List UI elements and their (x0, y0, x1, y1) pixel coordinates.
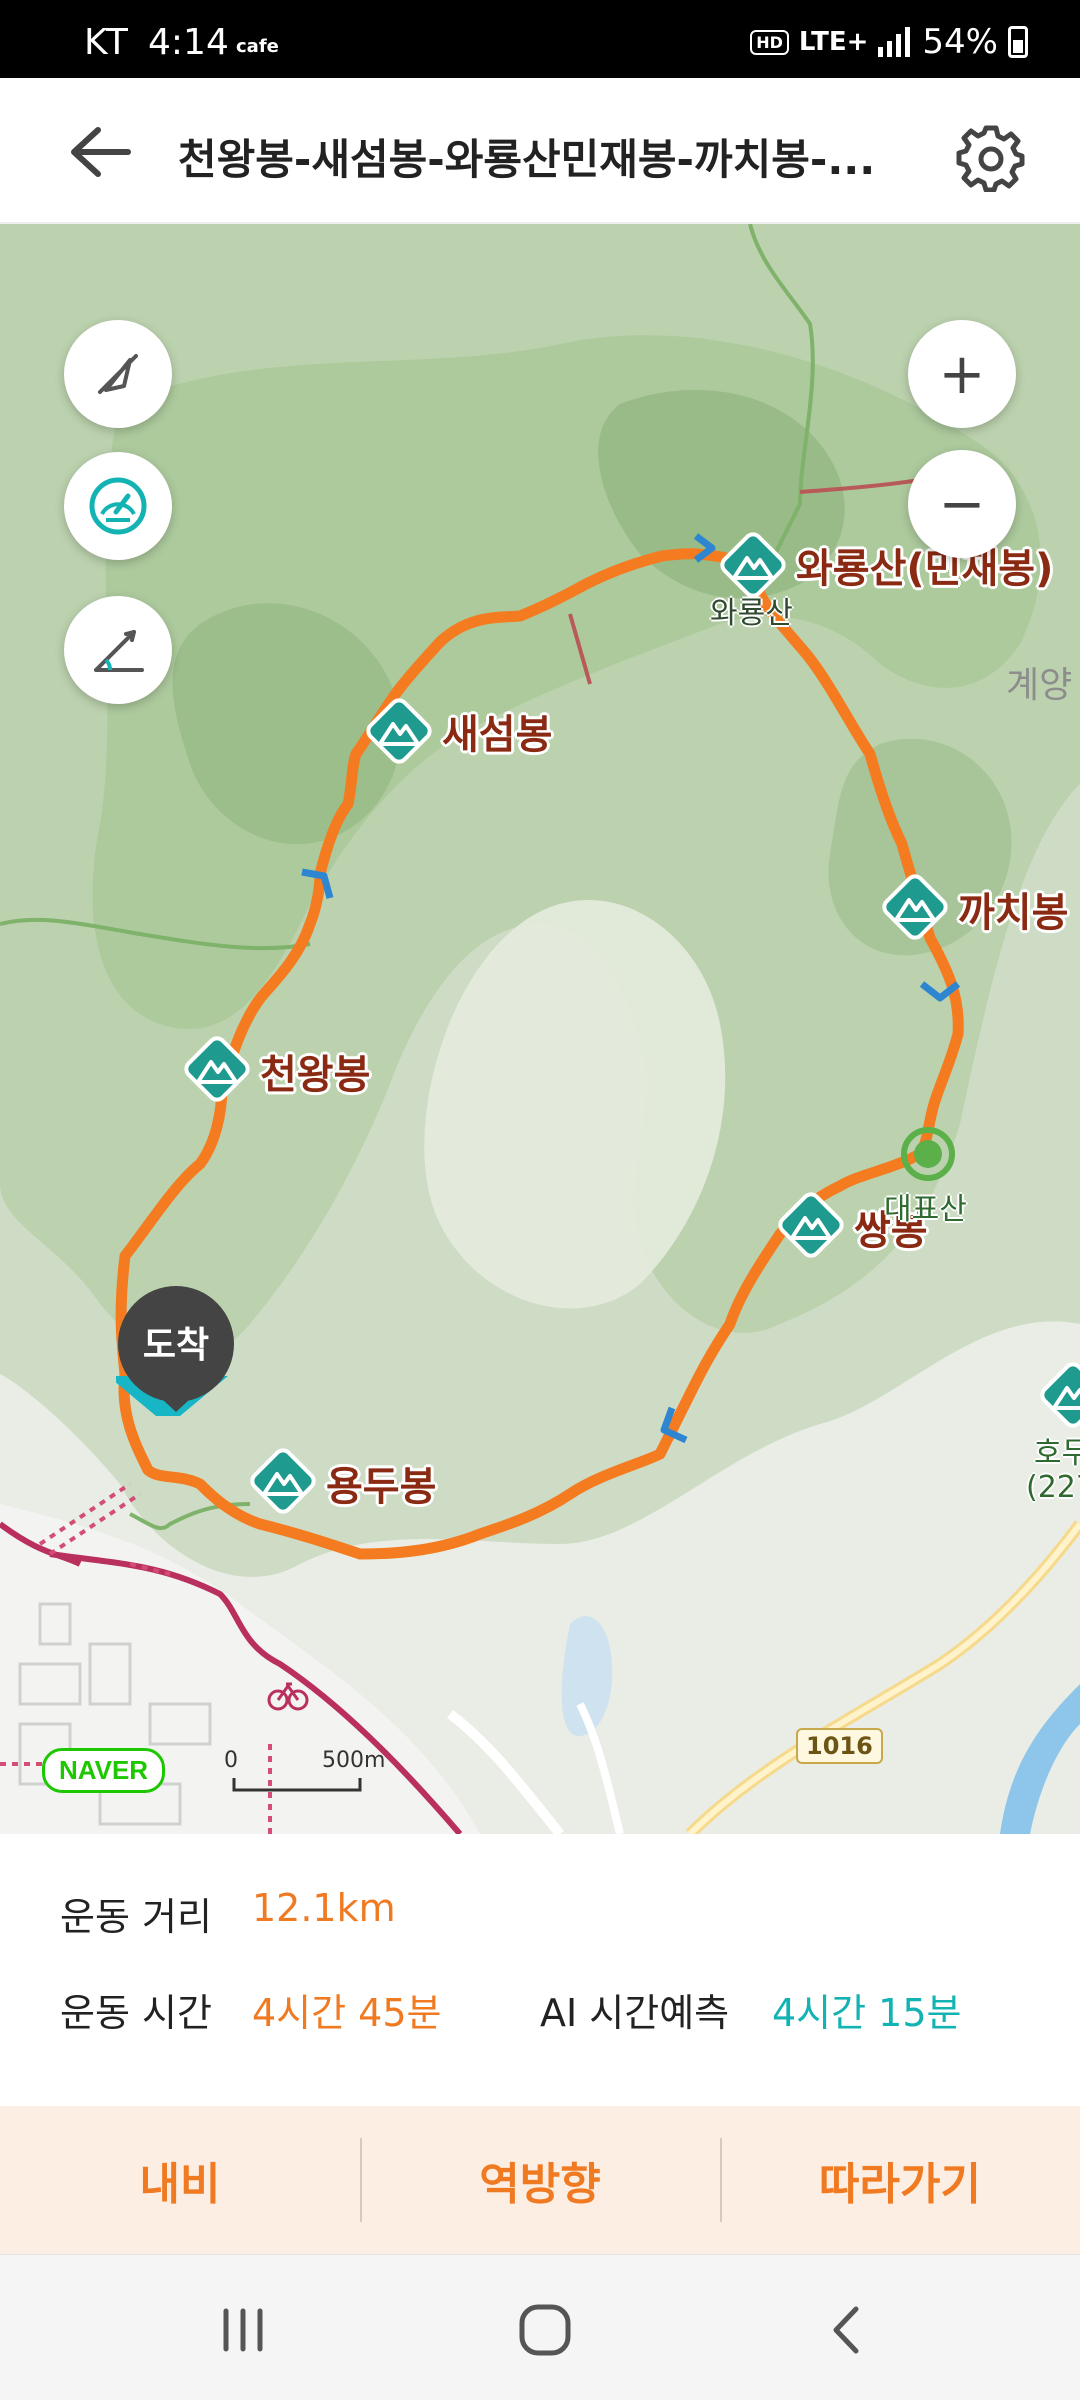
peak-label-waryongsan: 와룡산(민재봉) (796, 546, 1054, 592)
clock: 4:14 (148, 22, 229, 63)
status-bar: KT 4:14 cafe HD LTE+ 54% (0, 0, 1080, 78)
carrier-text: KT (84, 22, 129, 63)
app-indicator: cafe (236, 36, 279, 57)
ai-estimate-value: 4시간 15분 (772, 1991, 962, 2035)
route-title: 천왕봉-새섬봉-와룡산민재봉-까치봉-... (178, 135, 876, 184)
map-canvas (0, 224, 1080, 1834)
follow-route-button[interactable]: 따라가기 (720, 2106, 1080, 2254)
naver-logo: NAVER (42, 1748, 166, 1793)
peak-label-kkachibong: 까치봉 (958, 890, 1069, 936)
place-label-gyeyang: 계양 (1006, 665, 1073, 706)
hd-voice-icon: HD (750, 29, 789, 55)
system-nav-bar (0, 2254, 1080, 2400)
ai-estimate-label: AI 시간예측 (540, 1991, 730, 2035)
slope-button[interactable] (64, 596, 172, 704)
arrival-label: 도착 (142, 1325, 210, 1366)
scale-distance: 500m (322, 1748, 386, 1773)
battery-percent: 54% (922, 22, 998, 62)
zoom-out-button[interactable]: − (908, 450, 1016, 558)
duration-label: 운동 시간 (60, 1991, 212, 2035)
place-label-hodu: 호두 (1034, 1436, 1080, 1471)
place-label-hodu-elevation: (227 (1026, 1470, 1080, 1505)
back-icon[interactable] (812, 2295, 882, 2365)
battery-icon (1008, 26, 1028, 58)
road-number-badge: 1016 (796, 1728, 883, 1764)
scale-zero: 0 (224, 1748, 238, 1773)
speedometer-icon (89, 477, 147, 535)
peak-label-saeseombong: 새섬봉 (442, 712, 553, 758)
duration-value: 4시간 45분 (252, 1991, 442, 2035)
peak-marker-cheonwangbong[interactable] (176, 1028, 258, 1110)
navigate-button[interactable]: 내비 (0, 2106, 360, 2254)
gear-icon[interactable] (956, 122, 1026, 192)
compass-toggle-button[interactable] (64, 320, 172, 428)
place-label-waryongsan: 와룡산 (710, 596, 793, 631)
peak-marker-hodu[interactable] (1032, 1354, 1080, 1436)
home-icon[interactable] (510, 2295, 580, 2365)
peak-label-cheonwangbong: 천왕봉 (260, 1052, 371, 1098)
speed-button[interactable] (64, 452, 172, 560)
peak-marker-saeseombong[interactable] (358, 690, 440, 772)
slope-icon (94, 630, 144, 672)
route-stats-panel: 운동 거리 12.1km 운동 시간 4시간 45분 AI 시간예측 4시간 1… (0, 1834, 1080, 2106)
zoom-in-button[interactable]: + (908, 320, 1016, 428)
place-label-daepyosan: 대표산 (884, 1192, 967, 1227)
distance-label: 운동 거리 (60, 1895, 212, 1939)
peak-label-yongdubong: 용두봉 (326, 1464, 437, 1510)
peak-marker-yongdubong[interactable] (242, 1440, 324, 1522)
network-type: LTE+ (798, 27, 869, 57)
status-icons: HD LTE+ 54% (750, 22, 1028, 62)
compass-off-icon (98, 354, 138, 394)
reverse-direction-button[interactable]: 역방향 (360, 2106, 720, 2254)
signal-icon (878, 27, 911, 57)
arrow-left-icon[interactable] (60, 120, 140, 184)
top-app-bar: 천왕봉-새섬봉-와룡산민재봉-까치봉-... (0, 78, 1080, 224)
route-action-bar: 내비 역방향 따라가기 (0, 2106, 1080, 2254)
distance-value: 12.1km (252, 1886, 396, 1930)
arrival-marker[interactable]: 도착 (116, 1286, 236, 1416)
peak-marker-kkachibong[interactable] (874, 866, 956, 948)
peak-marker-ssangbong[interactable] (770, 1184, 852, 1266)
route-map[interactable]: 와룡산(민재봉) 새섬봉 까치봉 천왕봉 쌍봉 용두봉 와룡산 대표산 계양 호… (0, 224, 1080, 1834)
recent-apps-icon[interactable] (208, 2295, 278, 2365)
